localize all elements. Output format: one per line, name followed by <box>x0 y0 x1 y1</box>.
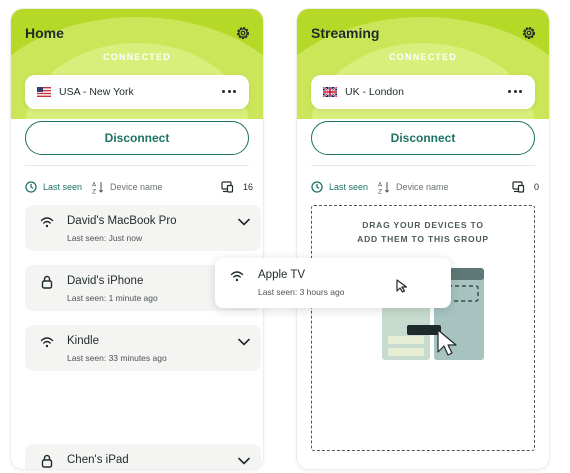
drop-zone-line-1: DRAG YOUR DEVICES TO <box>362 220 484 230</box>
group-title: Streaming <box>311 25 380 41</box>
chevron-down-icon[interactable] <box>237 337 251 347</box>
wifi-icon <box>40 337 54 348</box>
gear-icon[interactable] <box>235 25 251 41</box>
divider <box>311 165 535 166</box>
sort-last-seen-button[interactable]: Last seen <box>25 181 82 193</box>
sort-bar: Last seen A Z Device name 0 <box>311 179 539 195</box>
device-drop-zone[interactable]: DRAG YOUR DEVICES TO ADD THEM TO THIS GR… <box>311 205 535 451</box>
device-name: Apple TV <box>258 269 306 281</box>
wifi-icon <box>40 217 54 228</box>
clock-icon <box>25 181 37 193</box>
mouse-cursor-icon <box>396 279 408 293</box>
gear-icon[interactable] <box>521 25 537 41</box>
chevron-down-icon[interactable] <box>237 217 251 227</box>
list-item[interactable]: Kindle Last seen: 33 minutes ago <box>25 325 261 371</box>
sort-bar: Last seen A Z Device name 16 <box>25 179 253 195</box>
dragged-device-card[interactable]: Apple TV Last seen: 3 hours ago <box>215 258 451 308</box>
drop-zone-instructions: DRAG YOUR DEVICES TO ADD THEM TO THIS GR… <box>312 218 534 246</box>
disconnect-button[interactable]: Disconnect <box>25 121 249 155</box>
sort-device-name-button[interactable]: A Z Device name <box>378 181 449 194</box>
device-last-seen: Last seen: 33 minutes ago <box>67 353 167 363</box>
svg-text:Z: Z <box>92 188 96 194</box>
home-group-panel: Home CONNECTED USA - New York Disconnect… <box>11 9 263 469</box>
chevron-down-icon[interactable] <box>237 456 251 466</box>
device-count-value: 16 <box>242 182 253 192</box>
sort-last-seen-label: Last seen <box>329 182 369 192</box>
device-name: Chen's iPad <box>67 454 129 466</box>
location-name: UK - London <box>345 86 404 98</box>
location-name: USA - New York <box>59 86 134 98</box>
svg-text:A: A <box>92 181 97 188</box>
connection-status: CONNECTED <box>389 52 457 62</box>
more-options-icon[interactable] <box>507 85 523 99</box>
device-count-value: 0 <box>533 182 539 192</box>
devices-icon <box>512 181 525 193</box>
sort-device-name-button[interactable]: A Z Device name <box>92 181 163 194</box>
drop-zone-line-2: ADD THEM TO THIS GROUP <box>357 234 489 244</box>
device-last-seen: Last seen: 1 minute ago <box>67 293 158 303</box>
svg-text:Z: Z <box>378 188 382 194</box>
location-selector[interactable]: UK - London <box>311 75 535 109</box>
group-title: Home <box>25 25 64 41</box>
divider <box>25 165 249 166</box>
svg-text:A: A <box>378 181 383 188</box>
more-options-icon[interactable] <box>221 85 237 99</box>
device-name: David's MacBook Pro <box>67 215 177 227</box>
connection-status: CONNECTED <box>103 52 171 62</box>
device-name: David's iPhone <box>67 275 144 287</box>
device-last-seen: Last seen: 3 hours ago <box>258 287 345 297</box>
streaming-group-panel: Streaming CONNECTED UK - London Disconne… <box>297 9 549 469</box>
lock-icon <box>41 454 53 468</box>
us-flag-icon <box>37 87 51 97</box>
lock-icon <box>41 275 53 289</box>
disconnect-button[interactable]: Disconnect <box>311 121 535 155</box>
sort-az-icon: A Z <box>92 181 104 194</box>
device-last-seen: Last seen: Just now <box>67 233 143 243</box>
device-name: Kindle <box>67 335 99 347</box>
devices-icon <box>221 181 234 193</box>
sort-last-seen-button[interactable]: Last seen <box>311 181 368 193</box>
list-item[interactable]: David's MacBook Pro Last seen: Just now <box>25 205 261 251</box>
list-item[interactable]: Chen's iPad <box>25 444 261 469</box>
sort-az-icon: A Z <box>378 181 390 194</box>
uk-flag-icon <box>323 87 337 97</box>
location-selector[interactable]: USA - New York <box>25 75 249 109</box>
wifi-icon <box>230 271 244 282</box>
device-count: 16 <box>221 181 253 193</box>
sort-device-name-label: Device name <box>110 182 163 192</box>
sort-device-name-label: Device name <box>396 182 449 192</box>
clock-icon <box>311 181 323 193</box>
device-count: 0 <box>512 181 539 193</box>
sort-last-seen-label: Last seen <box>43 182 83 192</box>
